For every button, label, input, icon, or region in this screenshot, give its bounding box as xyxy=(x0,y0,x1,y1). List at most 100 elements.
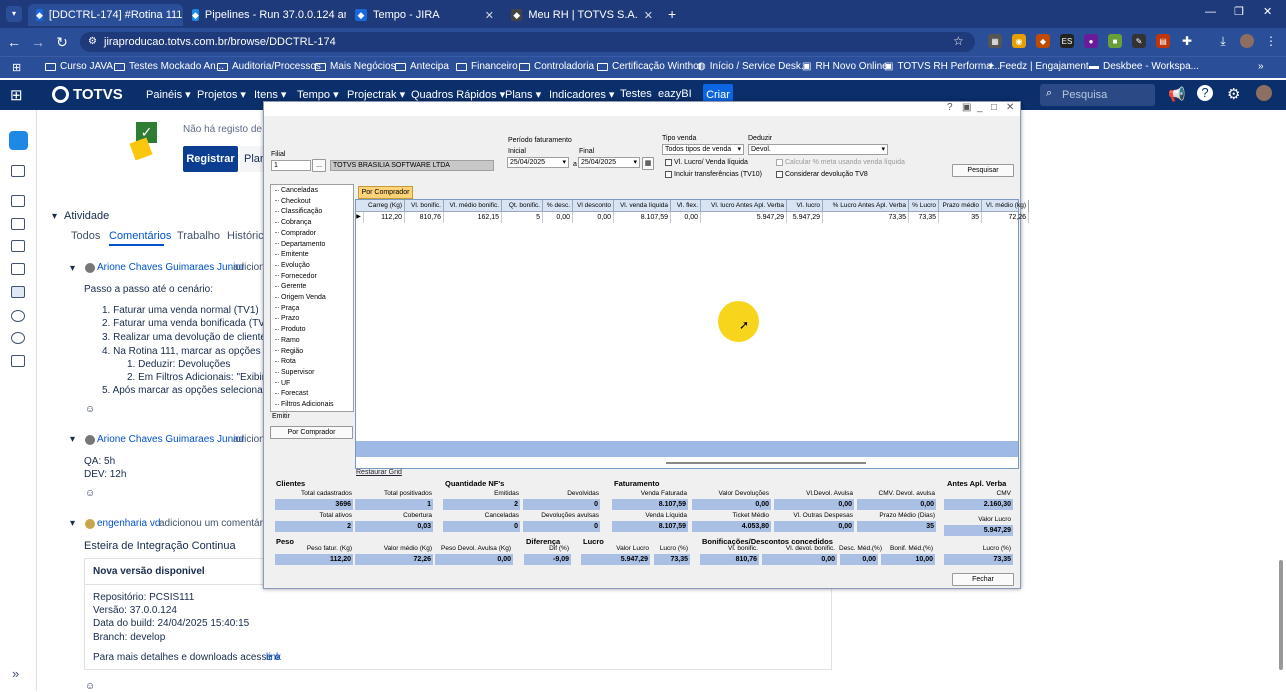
forward-arrow-icon[interactable]: → xyxy=(26,34,50,50)
nav-testes[interactable]: Testes xyxy=(620,88,652,100)
reload-icon[interactable]: ↻ xyxy=(50,34,74,51)
bookmark-auditoria[interactable]: Auditoria/Processos xyxy=(217,61,321,72)
bookmark-certificacao[interactable]: Certificação Winthor xyxy=(597,61,702,72)
nav-projectrak[interactable]: Projectrak ▾ xyxy=(347,88,405,101)
tipo-venda-select[interactable]: Todos tipos de venda ▾ xyxy=(662,144,744,155)
minimize-icon[interactable]: _ xyxy=(977,102,983,113)
tab-search-button[interactable]: ▾ xyxy=(6,6,22,22)
tree-item[interactable]: Supervisor xyxy=(275,369,314,376)
data-final-input[interactable]: 25/04/2025 ▾ xyxy=(578,157,640,168)
tab-todos[interactable]: Todos xyxy=(71,230,100,242)
plan-button[interactable]: Plan xyxy=(240,146,265,172)
clock-icon[interactable] xyxy=(11,332,25,344)
column-header[interactable]: % desc. xyxy=(543,200,573,212)
tree-item[interactable]: Checkout xyxy=(275,198,311,205)
restaurar-grid-link[interactable]: Restaurar Grid xyxy=(356,469,402,476)
chevron-down-icon[interactable]: ▾ xyxy=(633,158,637,167)
expand-sidebar-icon[interactable]: » xyxy=(12,666,19,681)
bookmark-rh-novo[interactable]: ▣ RH Novo Online xyxy=(802,61,888,72)
close-icon[interactable]: ✕ xyxy=(644,9,653,22)
devolucao-tv8-checkbox[interactable] xyxy=(776,171,783,178)
nav-plans[interactable]: Plans ▾ xyxy=(505,88,541,101)
settings-gear-icon[interactable]: ⚙ xyxy=(1227,85,1240,103)
tree-item[interactable]: Produto xyxy=(275,326,306,333)
calcular-meta-checkbox[interactable] xyxy=(776,159,783,166)
site-info-icon[interactable]: ⚙ xyxy=(88,36,97,47)
bookmark-curso-java[interactable]: Curso JAVA xyxy=(45,61,113,72)
column-header[interactable]: Qt. bonific. xyxy=(502,200,543,212)
extension-icon[interactable]: ✎ xyxy=(1132,34,1146,48)
profile-avatar[interactable] xyxy=(1240,34,1254,48)
column-header[interactable]: Vl desconto xyxy=(573,200,614,212)
tree-item[interactable]: Região xyxy=(275,348,303,355)
ci-link[interactable]: link xyxy=(266,652,281,663)
reaction-icon[interactable]: ☺ xyxy=(85,488,95,499)
pesquisar-button[interactable]: Pesquisar xyxy=(952,164,1014,177)
ship-icon[interactable] xyxy=(11,240,25,252)
tab-historico[interactable]: Históric xyxy=(227,230,264,242)
horizontal-scrollbar[interactable] xyxy=(666,462,866,464)
register-button[interactable]: Registrar xyxy=(183,146,238,172)
por-comprador-button[interactable]: Por Comprador xyxy=(270,426,353,439)
calendar-icon[interactable]: ▦ xyxy=(642,157,654,170)
settings-small-icon[interactable] xyxy=(11,355,25,367)
comment-toggle-icon[interactable]: ▾ xyxy=(70,263,75,274)
tree-item[interactable]: UF xyxy=(275,380,290,387)
puzzle-extensions-icon[interactable]: ✚ xyxy=(1180,34,1194,48)
chart-icon[interactable] xyxy=(11,263,25,275)
browser-tab-tempo[interactable]: ◆ Tempo - JIRA ✕ xyxy=(347,4,502,26)
column-header[interactable]: Vl. flex. xyxy=(671,200,701,212)
incluir-transferencias-checkbox[interactable] xyxy=(665,171,672,178)
chevron-down-icon[interactable]: ▾ xyxy=(881,145,885,154)
database-icon[interactable] xyxy=(11,195,25,207)
close-icon[interactable]: ✕ xyxy=(485,9,494,22)
help-icon[interactable]: ? xyxy=(947,102,953,113)
download-icon[interactable]: ⤓ xyxy=(1216,34,1230,48)
bookmark-mais-negocios[interactable]: Mais Negócios xyxy=(315,61,396,72)
nav-eazybi[interactable]: eazyBI xyxy=(658,88,692,100)
deduzir-select[interactable]: Devol. ▾ xyxy=(748,144,888,155)
tab-trabalho[interactable]: Trabalho xyxy=(177,230,220,242)
nav-tempo[interactable]: Tempo ▾ xyxy=(297,88,339,101)
grid-tab-por-comprador[interactable]: Por Comprador xyxy=(358,186,413,199)
nav-projetos[interactable]: Projetos ▾ xyxy=(197,88,246,101)
board-icon[interactable] xyxy=(11,165,25,177)
browser-tab-meu-rh[interactable]: ◆ Meu RH | TOTVS S.A. ✕ xyxy=(503,4,661,26)
bookmark-deskbee[interactable]: ▬ Deskbee - Workspa... xyxy=(1089,61,1199,72)
comment-toggle-icon[interactable]: ▾ xyxy=(70,434,75,445)
comment-author[interactable]: engenharia vd xyxy=(97,518,160,529)
bookmark-financeiro[interactable]: Financeiro xyxy=(456,61,518,72)
maximize-icon[interactable]: □ xyxy=(991,102,997,113)
user-avatar[interactable] xyxy=(1256,85,1272,101)
column-header[interactable]: % Lucro Antes Apl. Verba xyxy=(823,200,909,212)
comment-author[interactable]: Arione Chaves Guimaraes Junior xyxy=(97,262,244,273)
column-header[interactable]: Vl. bonific. xyxy=(405,200,444,212)
bookmark-testes-mockado[interactable]: Testes Mockado An... xyxy=(114,61,224,72)
back-arrow-icon[interactable]: ← xyxy=(2,34,26,50)
notifications-megaphone-icon[interactable]: 📢 xyxy=(1168,86,1185,103)
chevron-down-icon[interactable]: ▾ xyxy=(737,145,741,154)
close-window-icon[interactable]: ✕ xyxy=(1263,5,1272,18)
chevron-down-icon[interactable]: ▾ xyxy=(562,158,566,167)
comment-author[interactable]: Arione Chaves Guimaraes Junior xyxy=(97,434,244,445)
column-header[interactable]: Prazo médio xyxy=(939,200,982,212)
puzzle-icon[interactable] xyxy=(11,310,25,322)
close-icon[interactable]: ✕ xyxy=(1006,102,1014,113)
tree-item[interactable]: Origem Venda xyxy=(275,294,326,301)
comment-toggle-icon[interactable]: ▾ xyxy=(70,518,75,529)
reaction-icon[interactable]: ☺ xyxy=(85,681,95,692)
tree-item[interactable]: Ramo xyxy=(275,337,300,344)
fechar-button[interactable]: Fechar xyxy=(952,573,1014,586)
column-header[interactable]: Vl. venda líquida xyxy=(614,200,671,212)
bookmark-service-desk[interactable]: ◍ Início / Service Desk... xyxy=(697,61,809,72)
new-tab-plus-icon[interactable]: + xyxy=(668,6,676,22)
tree-item[interactable]: Canceladas xyxy=(275,187,318,194)
extension-icon[interactable]: ■ xyxy=(1108,34,1122,48)
tree-item[interactable]: Departamento xyxy=(275,241,325,248)
extension-icon[interactable]: ● xyxy=(1084,34,1098,48)
bookmark-feedz[interactable]: ✦ Feedz | Engajament... xyxy=(987,61,1097,72)
bookmark-star-icon[interactable]: ☆ xyxy=(953,34,964,48)
activity-toggle-icon[interactable]: ▾ xyxy=(52,211,57,222)
nav-indicadores[interactable]: Indicadores ▾ xyxy=(549,88,614,101)
list-icon[interactable] xyxy=(11,218,25,230)
